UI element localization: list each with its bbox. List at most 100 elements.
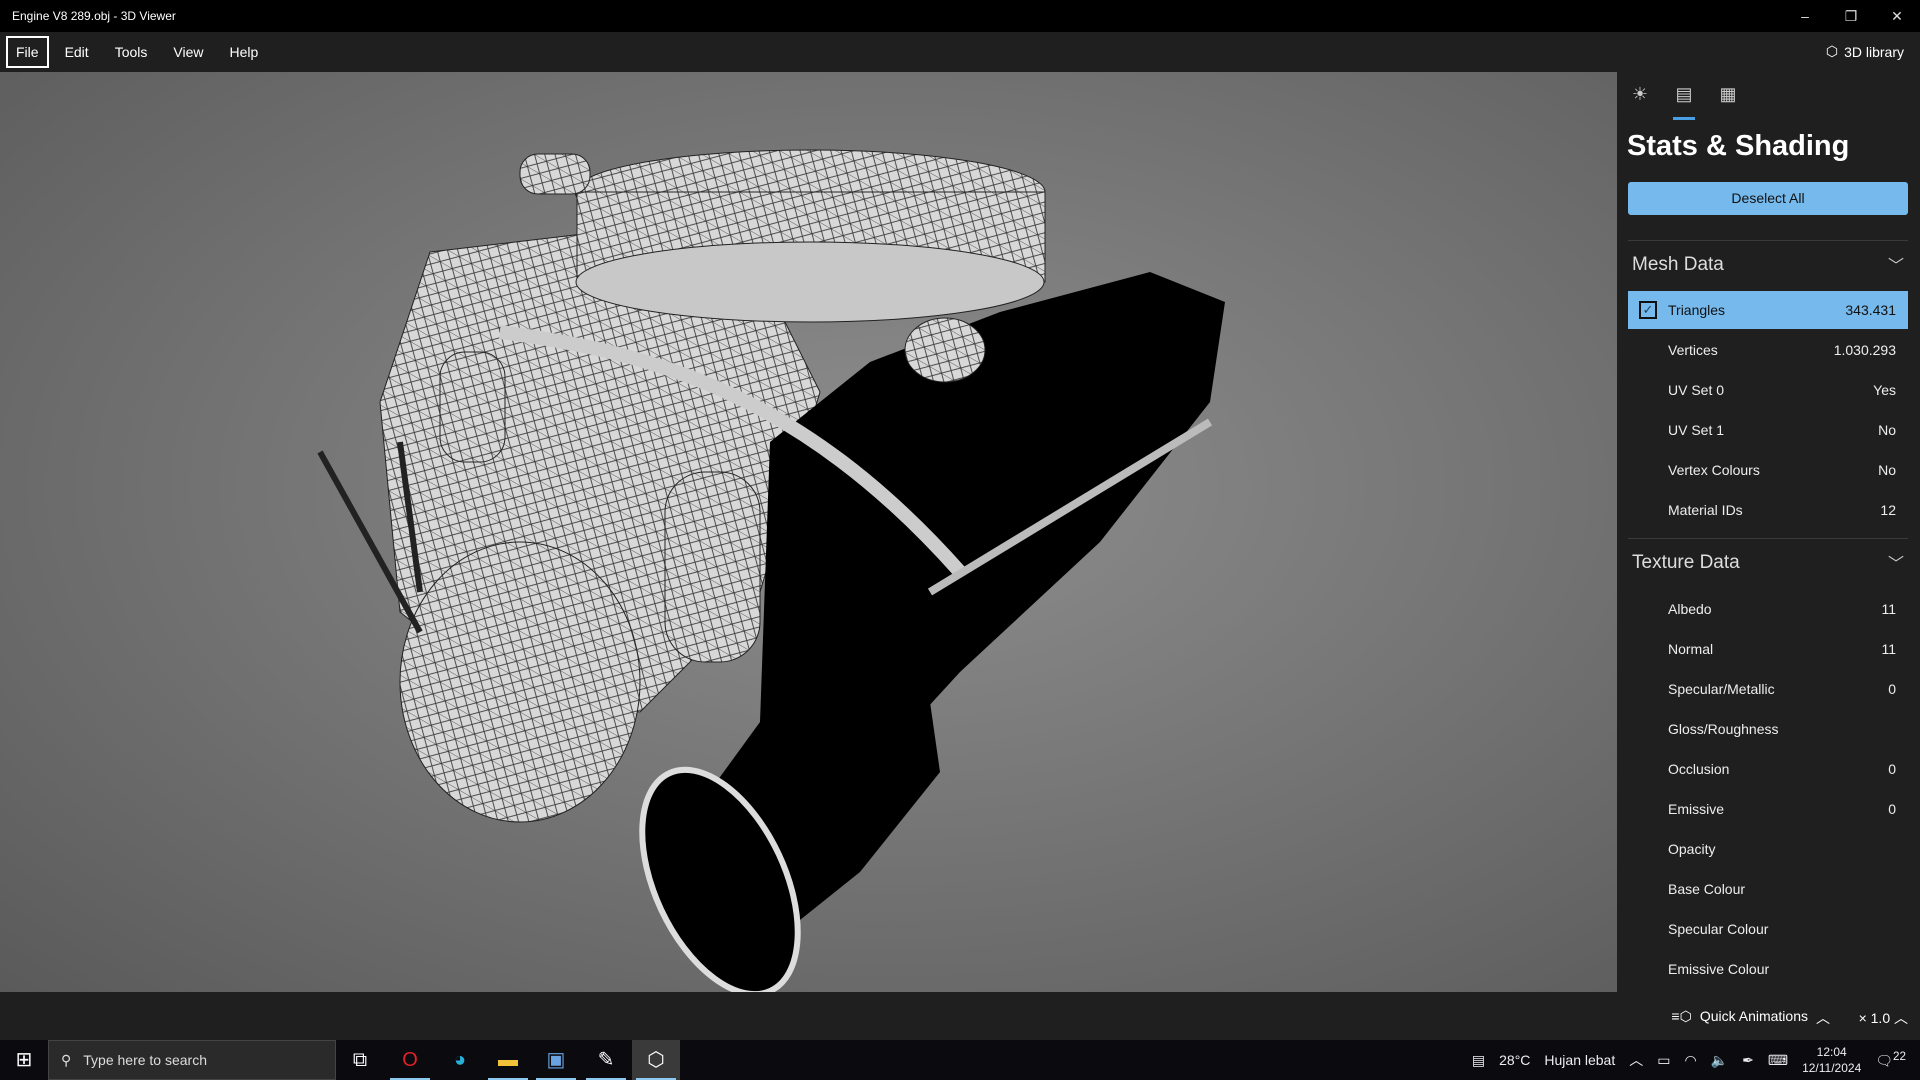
stat-value: 11: [1881, 641, 1896, 657]
3d-library-label: 3D library: [1844, 43, 1904, 60]
deselect-all-button[interactable]: Deselect All: [1628, 182, 1908, 215]
speed-selector[interactable]: × 1.0 ︿: [1859, 1008, 1908, 1028]
section-label: Mesh Data: [1632, 254, 1724, 275]
keyboard-icon[interactable]: ⌨: [1768, 1052, 1788, 1069]
3d-library-button[interactable]: ⬡ 3D library: [1826, 43, 1904, 60]
stat-label: UV Set 1: [1668, 422, 1725, 438]
search-box[interactable]: ⚲ Type here to search: [48, 1040, 336, 1080]
stat-row[interactable]: UV Set 1 No: [1628, 411, 1908, 449]
stat-row[interactable]: Emissive 0: [1628, 790, 1908, 828]
stat-row[interactable]: Specular Colour: [1628, 910, 1908, 948]
stat-row[interactable]: Occlusion 0: [1628, 750, 1908, 788]
sun-icon: ☀: [1631, 84, 1649, 104]
stat-label: Triangles: [1668, 302, 1726, 318]
chevron-up-icon: ︿: [1894, 1010, 1908, 1026]
side-panel: ☀ ▤ ▦ Stats & Shading Deselect All Mesh …: [1617, 72, 1920, 992]
start-button[interactable]: ⊞: [0, 1040, 48, 1080]
search-placeholder: Type here to search: [83, 1052, 208, 1068]
menu-bar: File Edit Tools View Help: [0, 32, 1920, 72]
opera-app[interactable]: O: [386, 1040, 434, 1080]
stat-label: Emissive: [1668, 801, 1725, 817]
close-button[interactable]: ✕: [1874, 0, 1920, 32]
volume-icon[interactable]: 🔈: [1711, 1052, 1728, 1069]
stat-label: UV Set 0: [1668, 382, 1725, 398]
quick-animations-button[interactable]: ≡⬡ Quick Animations ︿: [1671, 1008, 1830, 1028]
engine-model[interactable]: [0, 72, 1617, 992]
3d-viewer-app[interactable]: ⬡: [632, 1040, 680, 1080]
section-label: Texture Data: [1632, 552, 1740, 573]
stat-label: Gloss/Roughness: [1668, 721, 1779, 737]
3d-viewport[interactable]: [0, 72, 1617, 992]
stat-value: 0: [1888, 681, 1896, 697]
menu-help[interactable]: Help: [219, 36, 268, 68]
stat-row[interactable]: Specular/Metallic 0: [1628, 670, 1908, 708]
stat-label: Opacity: [1668, 841, 1716, 857]
edge-app[interactable]: ◕: [436, 1040, 484, 1080]
stat-row[interactable]: Material IDs 12: [1628, 491, 1908, 529]
wifi-icon[interactable]: ◠: [1684, 1052, 1696, 1069]
stat-value: No: [1878, 422, 1896, 438]
search-icon: ⚲: [61, 1051, 72, 1068]
checkbox[interactable]: ✓: [1639, 301, 1657, 319]
battery-icon[interactable]: ▭: [1657, 1052, 1670, 1069]
stat-value: 12: [1880, 502, 1896, 518]
file-explorer-app[interactable]: ▬: [484, 1040, 532, 1080]
pen-icon[interactable]: ✒: [1742, 1052, 1754, 1069]
stat-label: Specular/Metallic: [1668, 681, 1775, 697]
task-view-button[interactable]: ⧉: [336, 1040, 384, 1080]
chevron-up-icon: ︿: [1816, 1010, 1830, 1026]
stat-row[interactable]: Gloss/Roughness: [1628, 710, 1908, 748]
mesh-data-header[interactable]: Mesh Data ﹀: [1632, 254, 1904, 276]
remote-desktop-app[interactable]: ▣: [532, 1040, 580, 1080]
stat-value: 11: [1881, 601, 1896, 617]
stat-row[interactable]: Vertex Colours No: [1628, 451, 1908, 489]
stat-label: Vertex Colours: [1668, 462, 1760, 478]
bottom-bar: ≡⬡ Quick Animations ︿ × 1.0 ︿: [0, 992, 1920, 1040]
rhino-app[interactable]: ✎: [582, 1040, 630, 1080]
stat-row[interactable]: Opacity: [1628, 830, 1908, 868]
stat-label: Vertices: [1668, 342, 1718, 358]
weather-temp[interactable]: 28°C: [1499, 1052, 1530, 1068]
news-icon[interactable]: ▤: [1472, 1052, 1485, 1069]
stat-row[interactable]: ✓ Triangles 343.431: [1628, 291, 1908, 329]
texture-data-header[interactable]: Texture Data ﹀: [1632, 552, 1904, 574]
stat-row[interactable]: UV Set 0 Yes: [1628, 371, 1908, 409]
stat-value: 0: [1888, 761, 1896, 777]
stat-row[interactable]: Base Colour: [1628, 870, 1908, 908]
menu-edit[interactable]: Edit: [55, 36, 99, 68]
stat-value: Yes: [1873, 382, 1896, 398]
chevron-down-icon: ﹀: [1887, 258, 1904, 275]
stat-row[interactable]: Albedo 11: [1628, 590, 1908, 628]
menu-tools[interactable]: Tools: [105, 36, 158, 68]
notifications-icon[interactable]: 🗨22: [1875, 1050, 1906, 1070]
grid-icon: ▦: [1719, 84, 1737, 104]
divider: [1628, 240, 1908, 241]
stat-label: Albedo: [1668, 601, 1712, 617]
quick-animations-label: Quick Animations: [1699, 1008, 1808, 1024]
weather-desc[interactable]: Hujan lebat: [1544, 1052, 1615, 1068]
stat-row[interactable]: Emissive Colour: [1628, 950, 1908, 988]
stat-row[interactable]: Vertices 1.030.293: [1628, 331, 1908, 369]
speed-label: × 1.0: [1858, 1010, 1891, 1026]
stat-label: Base Colour: [1668, 881, 1746, 897]
lighting-tab[interactable]: ☀: [1627, 84, 1653, 114]
stat-label: Specular Colour: [1668, 921, 1769, 937]
stat-row[interactable]: Normal 11: [1628, 630, 1908, 668]
animation-icon: ≡⬡: [1671, 1008, 1692, 1024]
windows-icon: ⊞: [15, 1049, 33, 1071]
stat-value: 343.431: [1845, 302, 1896, 318]
stat-label: Normal: [1668, 641, 1714, 657]
stats-tab[interactable]: ▤: [1671, 84, 1697, 120]
panel-title: Stats & Shading: [1627, 130, 1850, 162]
divider: [1628, 538, 1908, 539]
stat-value: 0: [1888, 801, 1896, 817]
menu-file[interactable]: File: [6, 36, 49, 68]
date: 12/11/2024: [1802, 1061, 1862, 1075]
menu-view[interactable]: View: [163, 36, 213, 68]
grid-tab[interactable]: ▦: [1715, 84, 1741, 114]
chevron-up-icon[interactable]: ︿: [1629, 1050, 1643, 1070]
minimize-button[interactable]: –: [1782, 0, 1828, 32]
clock[interactable]: 12:04 12/11/2024: [1802, 1044, 1861, 1076]
restore-button[interactable]: ❐: [1828, 0, 1874, 32]
chevron-down-icon: ﹀: [1887, 556, 1904, 573]
